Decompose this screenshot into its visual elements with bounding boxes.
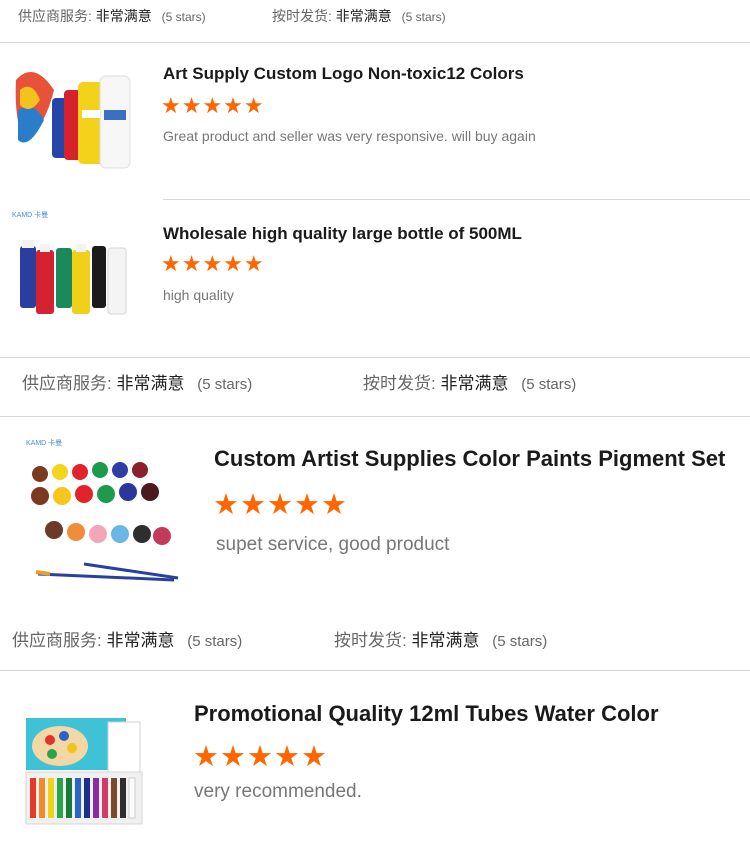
product-thumbnail-watercolor-tubes[interactable] xyxy=(22,716,146,830)
brand-logo: KAMD 卡曼 xyxy=(26,440,63,447)
review-comment: Great product and seller was very respon… xyxy=(163,128,536,144)
on-time-delivery-count: (5 stars) xyxy=(401,10,446,24)
rating-row-low: 供应商服务: 非常满意 (5 stars) xyxy=(12,626,242,651)
supplier-service-label: 供应商服务: xyxy=(12,631,102,650)
review-comment: high quality xyxy=(163,287,234,303)
supplier-service-count: (5 stars) xyxy=(187,633,243,650)
on-time-delivery-count: (5 stars) xyxy=(492,633,548,650)
supplier-service-value: 非常满意 xyxy=(106,631,175,650)
divider xyxy=(0,416,750,417)
on-time-delivery-value: 非常满意 xyxy=(335,8,392,24)
supplier-service-value: 非常满意 xyxy=(116,374,185,393)
on-time-delivery-value: 非常满意 xyxy=(411,631,480,650)
divider xyxy=(0,670,750,671)
paint-pots-image xyxy=(31,462,179,582)
rating-row-top: 供应商服务: 非常满意 (5 stars) xyxy=(18,6,206,26)
review-product-title[interactable]: Promotional Quality 12ml Tubes Water Col… xyxy=(194,701,659,727)
product-thumbnail-pigment-set[interactable]: KAMD 卡曼 xyxy=(24,436,184,586)
on-time-delivery-label: 按时发货: xyxy=(334,631,407,650)
supplier-service-label: 供应商服务: xyxy=(22,374,112,393)
rating-row-mid: 供应商服务: 非常满意 (5 stars) xyxy=(22,369,252,394)
review-rating-stars: ★★★★★ xyxy=(213,489,348,521)
acrylic-bottles-image xyxy=(15,72,131,169)
review-rating-stars: ★★★★★ xyxy=(193,741,328,773)
review-product-title[interactable]: Art Supply Custom Logo Non-toxic12 Color… xyxy=(163,64,524,84)
supplier-service-label: 供应商服务: xyxy=(18,8,92,24)
review-comment: very recommended. xyxy=(194,781,362,802)
on-time-delivery-count: (5 stars) xyxy=(521,376,577,393)
large-bottles-image xyxy=(20,240,127,315)
rating-row-low-delivery: 按时发货: 非常满意 (5 stars) xyxy=(334,626,547,651)
review-comment: supet service, good product xyxy=(216,534,450,555)
product-thumbnail-acrylic-12-colors[interactable] xyxy=(14,60,136,178)
on-time-delivery-value: 非常满意 xyxy=(440,374,509,393)
on-time-delivery-label: 按时发货: xyxy=(363,374,436,393)
review-rating-stars: ★★★★★ xyxy=(161,251,265,276)
divider xyxy=(0,42,750,43)
divider xyxy=(0,357,750,358)
divider xyxy=(163,199,750,200)
on-time-delivery-label: 按时发货: xyxy=(272,8,332,24)
supplier-service-count: (5 stars) xyxy=(161,10,206,24)
product-thumbnail-500ml-bottles[interactable]: KAMD 卡曼 xyxy=(12,210,132,320)
review-product-title[interactable]: Custom Artist Supplies Color Paints Pigm… xyxy=(214,446,725,472)
supplier-service-count: (5 stars) xyxy=(197,376,253,393)
supplier-service-value: 非常满意 xyxy=(95,8,152,24)
review-rating-stars: ★★★★★ xyxy=(161,93,265,118)
rating-row-top-delivery: 按时发货: 非常满意 (5 stars) xyxy=(272,6,446,26)
brand-logo: KAMD 卡曼 xyxy=(12,212,49,219)
watercolor-tubes-image xyxy=(25,718,143,825)
review-product-title[interactable]: Wholesale high quality large bottle of 5… xyxy=(163,224,522,244)
rating-row-mid-delivery: 按时发货: 非常满意 (5 stars) xyxy=(363,369,576,394)
